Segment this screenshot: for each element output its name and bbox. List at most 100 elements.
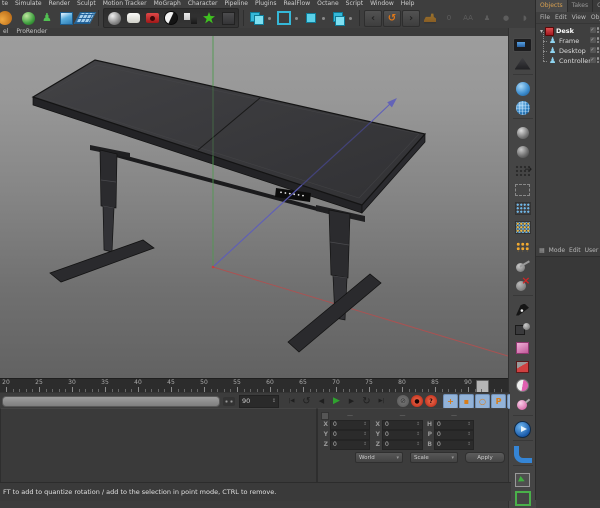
- key-scale-button[interactable]: ▪: [459, 393, 474, 409]
- tab-content-browser[interactable]: Content Browser: [593, 0, 600, 12]
- pen-tool-icon[interactable]: [0, 9, 18, 27]
- key-parameter-button[interactable]: P: [491, 393, 506, 409]
- half-circle-icon[interactable]: ◗: [516, 9, 534, 27]
- dropdown-dot-icon[interactable]: [349, 16, 352, 20]
- visibility-dots[interactable]: [596, 47, 599, 53]
- cube-sphere-icon[interactable]: [511, 320, 535, 337]
- character-icon[interactable]: ♟: [478, 9, 496, 27]
- visibility-dots[interactable]: [596, 37, 599, 43]
- previous-frame-button[interactable]: ◀: [314, 395, 329, 408]
- enable-toggle[interactable]: ✓: [589, 37, 596, 43]
- goto-end-button[interactable]: ▶|: [374, 395, 389, 408]
- points-move-icon[interactable]: [511, 162, 535, 179]
- sphere-b-icon[interactable]: [511, 143, 535, 160]
- apply-button[interactable]: Apply: [465, 452, 505, 463]
- menu-item-te[interactable]: te: [2, 0, 8, 8]
- shaded-sphere-icon[interactable]: [105, 9, 123, 27]
- wireframe-shading-icon[interactable]: [511, 99, 535, 116]
- visibility-dots[interactable]: [596, 57, 599, 63]
- position-y-field[interactable]: 0 ↕: [330, 429, 370, 440]
- grid-blue-points-icon[interactable]: [511, 200, 535, 217]
- spinner-icon[interactable]: ↕: [467, 442, 471, 447]
- dropdown-dot-icon[interactable]: [322, 16, 325, 20]
- spinner-icon[interactable]: ↕: [467, 422, 471, 427]
- grid-orange-points-icon[interactable]: [511, 219, 535, 236]
- dropdown-dot-icon[interactable]: [268, 16, 271, 20]
- level-of-detail-icon[interactable]: [511, 55, 535, 72]
- menu-item-render[interactable]: Render: [49, 0, 70, 8]
- sphere-link-icon[interactable]: [511, 257, 535, 274]
- play-loop-button[interactable]: ↻: [359, 395, 374, 408]
- camera-view-icon[interactable]: [511, 36, 535, 53]
- pipe-icon[interactable]: [511, 446, 535, 463]
- small-cube-icon[interactable]: [302, 9, 320, 27]
- select-frame-icon[interactable]: [511, 471, 535, 488]
- text-kerning-icon[interactable]: AA: [459, 9, 477, 27]
- pink-sphere-icon[interactable]: [511, 396, 535, 413]
- render-settings-icon[interactable]: [162, 9, 180, 27]
- enable-toggle[interactable]: ✓: [589, 27, 596, 33]
- dark-square-icon[interactable]: [219, 9, 237, 27]
- stack-cubes-icon[interactable]: [329, 9, 347, 27]
- autokey-button[interactable]: ?: [425, 395, 437, 407]
- material-manager-panel[interactable]: [0, 408, 317, 484]
- cloner-cubes-icon[interactable]: [248, 9, 266, 27]
- dot-icon[interactable]: ●: [497, 9, 515, 27]
- size-z-field[interactable]: 0 ↕: [382, 439, 423, 450]
- dropdown-dot-icon[interactable]: [295, 16, 298, 20]
- size-x-field[interactable]: 0 ↕: [382, 419, 423, 430]
- menu-item-octane[interactable]: Octane: [317, 0, 339, 8]
- attributes-menu-user-data[interactable]: User Data: [585, 247, 600, 254]
- enable-toggle[interactable]: ✓: [589, 47, 596, 53]
- render-camera-icon[interactable]: [143, 9, 161, 27]
- tab-takes[interactable]: Takes: [567, 0, 594, 12]
- spinner-icon[interactable]: ↕: [363, 432, 367, 437]
- pink-cube-icon[interactable]: [511, 339, 535, 356]
- play-forward-button[interactable]: ▶: [329, 395, 344, 408]
- menu-item-window[interactable]: Window: [370, 0, 394, 8]
- orange-points-icon[interactable]: [511, 238, 535, 255]
- key-rotation-button[interactable]: ○: [475, 393, 490, 409]
- goto-start-button[interactable]: |◀: [284, 395, 299, 408]
- coordinate-space-dropdown[interactable]: World ▾: [355, 452, 403, 463]
- menu-item-simulate[interactable]: Simulate: [15, 0, 42, 8]
- timeline-options-button[interactable]: [223, 396, 235, 406]
- position-z-field[interactable]: 0 ↕: [330, 439, 370, 450]
- menu-item-help[interactable]: Help: [401, 0, 415, 8]
- red-cube-icon[interactable]: [511, 358, 535, 375]
- menu-item-plugins[interactable]: Plugins: [255, 0, 277, 8]
- marquee-points-icon[interactable]: [511, 181, 535, 198]
- spinner-icon[interactable]: ↕: [467, 432, 471, 437]
- exchange-squares-icon[interactable]: [181, 9, 199, 27]
- size-mode-dropdown[interactable]: Scale ▾: [410, 452, 458, 463]
- menu-item-character[interactable]: Character: [188, 0, 218, 8]
- rotation-h-field[interactable]: 0 ↕: [434, 419, 474, 430]
- tab-objects[interactable]: Objects: [536, 0, 568, 12]
- menu-item-script[interactable]: Script: [346, 0, 363, 8]
- size-y-field[interactable]: 0 ↕: [382, 429, 423, 440]
- play-backward-button[interactable]: ↺: [299, 395, 314, 408]
- record-snapshot-button[interactable]: ⊘: [397, 395, 409, 407]
- ink-pen-icon[interactable]: [511, 301, 535, 318]
- figure-tool-icon[interactable]: [38, 9, 56, 27]
- forward-arrow-icon[interactable]: ›: [402, 9, 420, 27]
- tree-item-controller[interactable]: Controller✓: [536, 52, 600, 66]
- tree-item-desktop[interactable]: Desktop✓: [536, 42, 600, 56]
- objects-menu-edit[interactable]: Edit: [555, 12, 567, 23]
- position-x-field[interactable]: 0 ↕: [330, 419, 370, 430]
- tree-item-desk[interactable]: ▾ Desk ✓: [536, 26, 600, 36]
- enable-toggle[interactable]: ✓: [589, 57, 596, 63]
- magnet-tool-icon[interactable]: [19, 9, 37, 27]
- instance-cube-icon[interactable]: [275, 9, 293, 27]
- spinner-icon[interactable]: ↕: [272, 398, 276, 404]
- excavator-icon[interactable]: [421, 9, 439, 27]
- spinner-icon[interactable]: ↕: [416, 422, 420, 427]
- menu-item-realflow[interactable]: RealFlow: [283, 0, 310, 8]
- attributes-menu-mode[interactable]: Mode: [549, 247, 565, 254]
- undo-icon[interactable]: ↺: [383, 9, 401, 27]
- next-frame-button[interactable]: ▶: [344, 395, 359, 408]
- objects-menu-file[interactable]: File: [540, 12, 550, 23]
- objects-menu-view[interactable]: View: [572, 12, 586, 23]
- tree-item-frame[interactable]: Frame ✓: [536, 32, 600, 46]
- render-view-icon[interactable]: [124, 9, 142, 27]
